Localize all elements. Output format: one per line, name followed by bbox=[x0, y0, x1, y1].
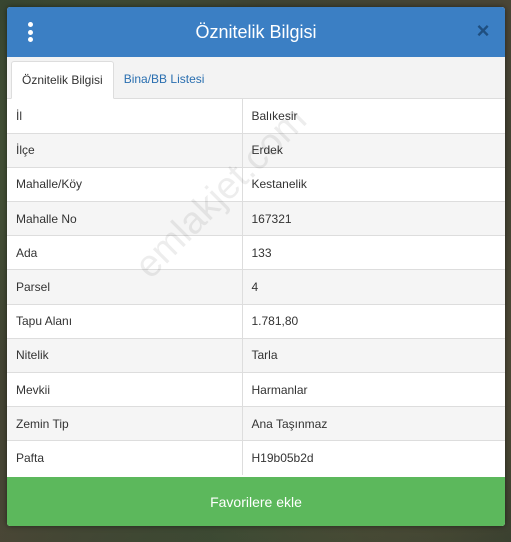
attribute-value: Balıkesir bbox=[251, 108, 298, 123]
add-favorite-button[interactable]: Favorilere ekle bbox=[7, 477, 505, 526]
attribute-value: 4 bbox=[242, 269, 505, 305]
attribute-table: İl Balıkesir İlçe Erdek Mahalle/Köy Kest… bbox=[7, 99, 505, 476]
table-row: Mevkii Harmanlar bbox=[7, 371, 505, 407]
table-row: Tapu Alanı 1.781,80 bbox=[7, 303, 505, 339]
tab-building-list[interactable]: Bina/BB Listesi bbox=[114, 60, 215, 98]
attribute-key: Zemin Tip bbox=[7, 406, 243, 441]
attribute-value: 133 bbox=[242, 235, 505, 270]
kebab-menu-icon[interactable] bbox=[25, 22, 35, 42]
attribute-value: 1.781,80 bbox=[242, 303, 505, 339]
attribute-key: Nitelik bbox=[7, 337, 243, 373]
attribute-key: Mahalle/Köy bbox=[7, 166, 243, 202]
attribute-value: Kestanelik bbox=[242, 166, 505, 202]
attribute-value: Ana Taşınmaz bbox=[242, 406, 505, 441]
dialog-title: Öznitelik Bilgisi bbox=[195, 21, 317, 42]
tab-bar: Öznitelik Bilgisi Bina/BB Listesi bbox=[7, 57, 505, 99]
table-row: Ada 133 bbox=[7, 235, 505, 270]
table-row: Zemin Tip Ana Taşınmaz bbox=[7, 406, 505, 441]
table-row: Pafta H19b05b2d bbox=[7, 440, 505, 476]
attribute-key: Mahalle No bbox=[7, 201, 243, 236]
close-icon[interactable]: × bbox=[473, 20, 493, 42]
attribute-value: H19b05b2d bbox=[242, 440, 505, 476]
tab-attribute-info[interactable]: Öznitelik Bilgisi bbox=[11, 61, 114, 99]
attribute-dialog: Öznitelik Bilgisi × Öznitelik Bilgisi Bi… bbox=[7, 7, 505, 526]
attribute-key: İl bbox=[7, 99, 243, 134]
attribute-key: Tapu Alanı bbox=[7, 303, 243, 339]
table-row: Mahalle No 167321 bbox=[7, 201, 505, 236]
attribute-value: 167321 bbox=[242, 201, 505, 236]
attribute-value: Tarla bbox=[242, 337, 505, 373]
dialog-header: Öznitelik Bilgisi × bbox=[7, 7, 505, 57]
attribute-key: Pafta bbox=[7, 440, 243, 476]
attribute-key: Ada bbox=[7, 235, 243, 270]
attribute-key: İlçe bbox=[7, 132, 243, 168]
table-row: Mahalle/Köy Kestanelik bbox=[7, 166, 505, 202]
table-row: Nitelik Tarla bbox=[7, 337, 505, 373]
table-row: Parsel 4 bbox=[7, 269, 505, 305]
table-row: İlçe Erdek bbox=[7, 132, 505, 168]
attribute-value: Erdek bbox=[242, 132, 505, 168]
attribute-key: Mevkii bbox=[7, 371, 243, 407]
attribute-value: Harmanlar bbox=[242, 371, 505, 407]
table-row: İl Balıkesir bbox=[7, 99, 505, 134]
attribute-key: Parsel bbox=[7, 269, 243, 305]
